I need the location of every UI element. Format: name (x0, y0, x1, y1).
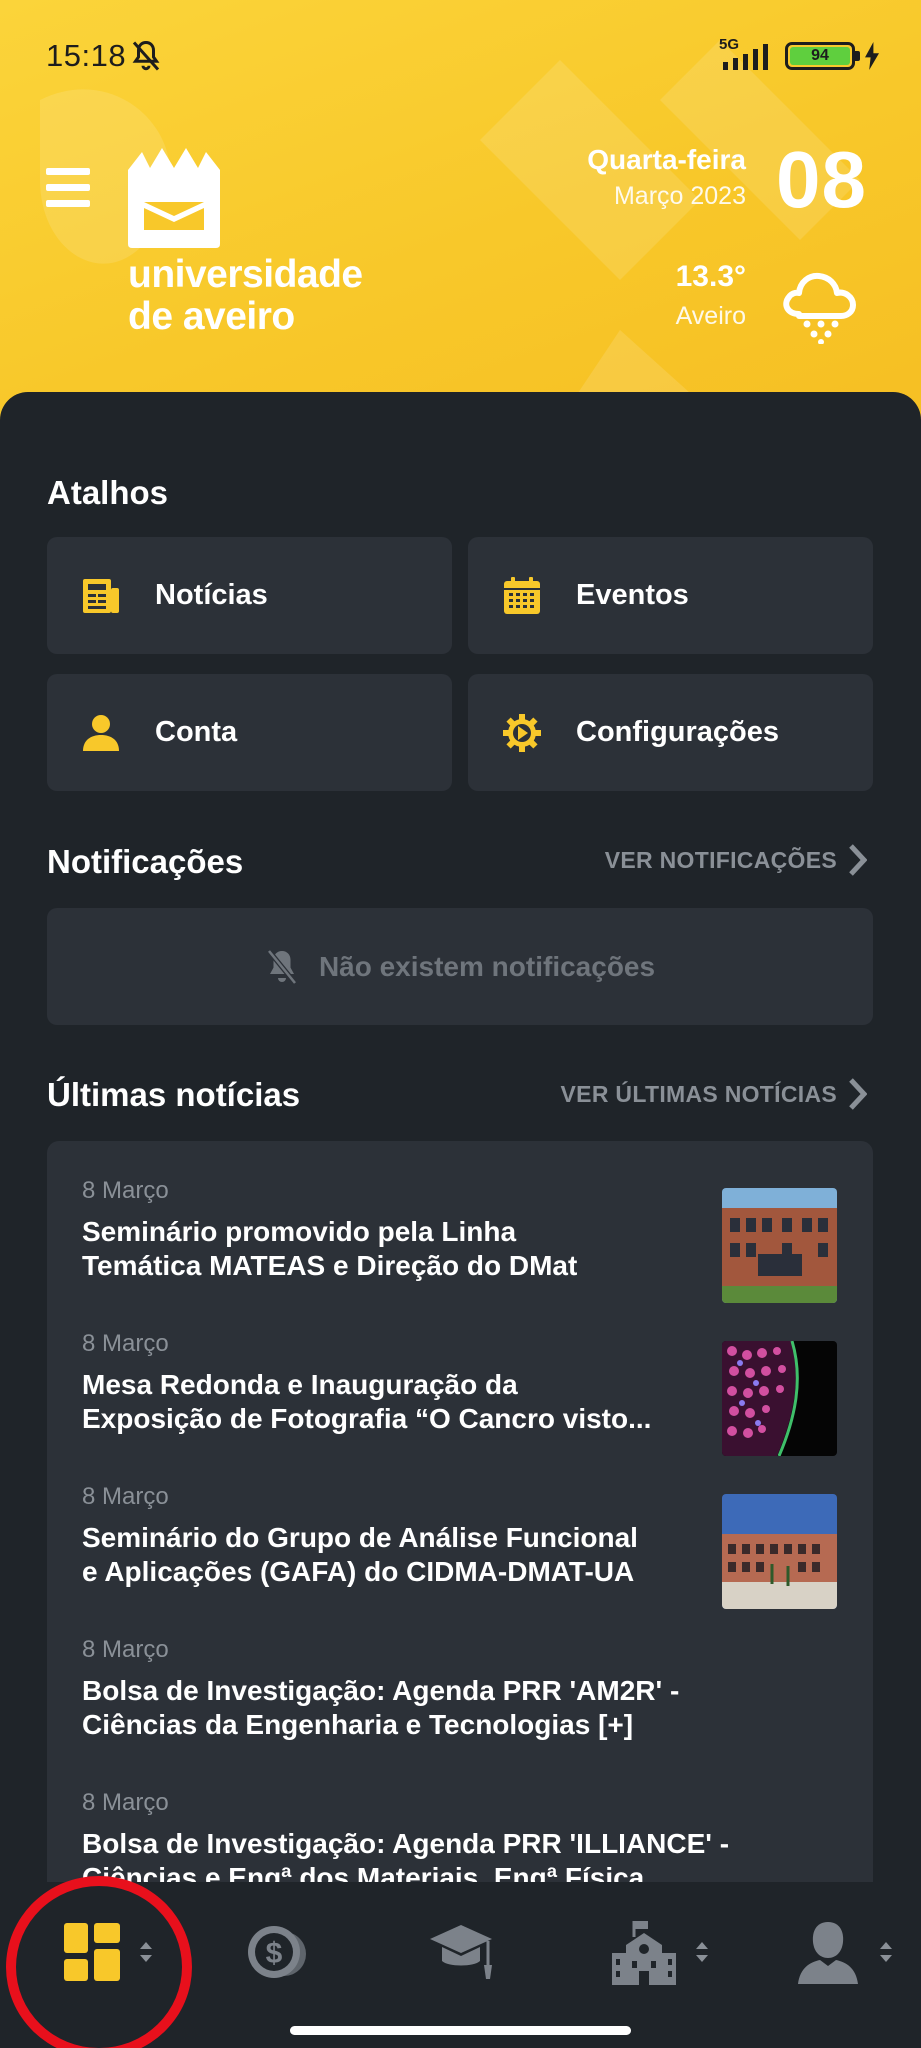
weather-block: 13.3° Aveiro (676, 260, 746, 331)
notifications-empty-text: Não existem notificações (318, 950, 656, 982)
person-icon (798, 1922, 858, 1984)
news-title-line: Exposição de Fotografia “O Cancro visto.… (82, 1403, 652, 1434)
annotation-circle (6, 1876, 192, 2048)
shortcut-label: Conta (155, 716, 238, 748)
signal-icon: 5G (719, 36, 777, 72)
news-title-line: Bolsa de Investigação: Agenda PRR 'AM2R'… (82, 1675, 680, 1706)
nav-finance[interactable]: $ (246, 1912, 308, 1992)
university-logo: universidade de aveiro (126, 146, 363, 338)
notifications-muted-icon (132, 40, 160, 71)
nav-campus[interactable] (612, 1912, 710, 1992)
microscopy-photo (722, 1341, 837, 1456)
news-thumbnail[interactable] (722, 1188, 837, 1303)
menu-button[interactable] (46, 168, 90, 208)
status-time: 15:18 (46, 38, 127, 73)
money-icon: $ (248, 1926, 306, 1978)
news-title-line: Seminário do Grupo de Análise Funcional (82, 1522, 638, 1553)
news-title-line: e Aplicações (GAFA) do CIDMA-DMAT-UA (82, 1556, 635, 1587)
shortcut-settings[interactable]: Configurações (468, 674, 873, 791)
network-type: 5G (719, 36, 740, 53)
temperature: 13.3° (675, 260, 746, 293)
view-notifications-label: VER NOTIFICAÇÕES (604, 846, 837, 873)
news-title: Últimas notícias (47, 1076, 301, 1113)
shortcut-label: Configurações (576, 716, 780, 748)
news-title-line: Temática MATEAS e Direção do DMat (82, 1250, 578, 1281)
newspaper-icon (83, 578, 119, 613)
graduation-cap-icon (430, 1925, 492, 1979)
news-title-line: Seminário promovido pela Linha (82, 1216, 517, 1247)
news-list: 8 Março Seminário promovido pela Linha T… (47, 1141, 873, 1901)
city: Aveiro (675, 302, 746, 330)
battery-level: 94 (790, 47, 850, 65)
news-date: 8 Março (82, 1636, 169, 1663)
news-title-line: Ciências da Engenharia e Tecnologias [+] (82, 1709, 634, 1740)
news-item[interactable]: 8 Março Bolsa de Investigação: Agenda PR… (82, 1789, 842, 1895)
battery-icon: 94 (785, 42, 860, 70)
logo-mark-icon (128, 148, 220, 248)
calendar-icon (504, 576, 540, 614)
weekday: Quarta-feira (587, 144, 746, 175)
news-title-line: Mesa Redonda e Inauguração da (82, 1369, 518, 1400)
building-photo (722, 1188, 837, 1303)
news-title-line: Bolsa de Investigação: Agenda PRR 'ILLIA… (82, 1828, 730, 1859)
news-item[interactable]: 8 Março Bolsa de Investigação: Agenda PR… (82, 1636, 842, 1742)
shortcut-account[interactable]: Conta (47, 674, 452, 791)
shortcut-label: Eventos (576, 579, 689, 611)
gesture-bar[interactable] (290, 2026, 631, 2035)
day-number: 08 (776, 135, 867, 224)
logo-line-2: de aveiro (128, 295, 295, 338)
shortcut-label: Notícias (155, 579, 268, 611)
header: 15:18 5G 94 universidade de aveiro Quart… (0, 0, 921, 420)
chevron-updown-icon (880, 1942, 892, 1962)
svg-text:$: $ (266, 1937, 283, 1970)
nav-academic[interactable] (428, 1912, 494, 1992)
notifications-title: Notificações (47, 843, 244, 880)
month-year: Março 2023 (613, 182, 746, 210)
shortcut-events[interactable]: Eventos (468, 537, 873, 654)
bell-off-icon (266, 948, 297, 985)
shortcuts-title: Atalhos (47, 474, 169, 511)
date-block: Quarta-feira Março 2023 (587, 144, 746, 211)
university-building-icon (612, 1921, 676, 1985)
logo-text: universidade de aveiro (128, 254, 408, 338)
charging-icon (865, 42, 879, 70)
view-notifications-link[interactable]: VER NOTIFICAÇÕES (605, 843, 867, 877)
chevron-right-icon (849, 844, 867, 876)
news-thumbnail[interactable] (722, 1494, 837, 1609)
chevron-right-icon (849, 1078, 867, 1110)
news-date: 8 Março (82, 1789, 169, 1816)
gear-icon (503, 713, 541, 752)
user-icon (83, 714, 119, 751)
notifications-empty-state: Não existem notificações (47, 908, 873, 1025)
shortcut-news[interactable]: Notícias (47, 537, 452, 654)
news-thumbnail[interactable] (722, 1341, 837, 1456)
campus-photo (722, 1494, 837, 1609)
chevron-updown-icon (696, 1942, 708, 1962)
logo-line-1: universidade (128, 253, 363, 296)
view-news-link[interactable]: VER ÚLTIMAS NOTÍCIAS (561, 1077, 867, 1111)
nav-profile[interactable] (796, 1912, 894, 1992)
view-news-label: VER ÚLTIMAS NOTÍCIAS (560, 1080, 837, 1107)
status-bar: 15:18 5G 94 (0, 0, 921, 112)
cloud-rain-icon (783, 272, 856, 344)
